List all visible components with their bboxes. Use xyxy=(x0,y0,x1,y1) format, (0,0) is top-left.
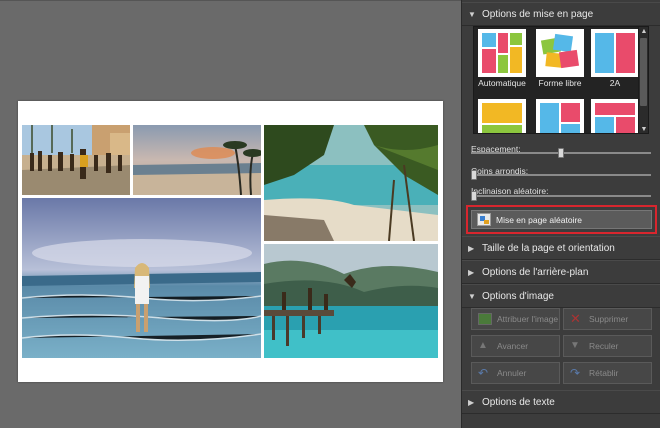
delete-button[interactable]: ✕ Supprimer xyxy=(563,308,652,330)
layout-automatique[interactable] xyxy=(478,29,526,77)
delete-icon: ✕ xyxy=(570,311,581,326)
redo-button[interactable]: ↷ Rétablir xyxy=(563,362,652,384)
scroll-up-icon[interactable]: ▲ xyxy=(639,27,648,37)
spacing-slider[interactable] xyxy=(471,148,651,158)
button-label: Rétablir xyxy=(589,368,619,378)
section-title: Taille de la page et orientation xyxy=(482,242,615,254)
photo-tropical-beach[interactable] xyxy=(264,125,438,241)
layout-forme-libre[interactable] xyxy=(536,29,584,77)
button-label: Reculer xyxy=(589,341,619,351)
chevron-right-icon: ▶ xyxy=(468,267,475,277)
layout-label: 2A xyxy=(609,78,621,88)
layout-grid-scrollbar[interactable]: ▲ ▼ xyxy=(638,27,648,133)
section-layout-options[interactable]: ▼ Options de mise en page xyxy=(462,2,660,26)
spacing-slider-thumb[interactable] xyxy=(558,148,564,158)
forward-button[interactable]: ▲ Avancer xyxy=(471,335,560,357)
arrow-down-icon: ▼ xyxy=(570,340,580,351)
redo-icon: ↷ xyxy=(570,366,581,380)
backward-button[interactable]: ▼ Reculer xyxy=(563,335,652,357)
layout-label: Forme libre xyxy=(538,78,582,88)
button-label: Avancer xyxy=(497,341,529,351)
scroll-down-icon[interactable]: ▼ xyxy=(639,125,648,133)
collage-page[interactable] xyxy=(18,101,443,382)
canvas-area xyxy=(0,0,461,428)
scroll-thumb[interactable] xyxy=(640,38,647,106)
chevron-right-icon: ▶ xyxy=(468,397,475,407)
section-title: Options de l'arrière-plan xyxy=(482,266,589,278)
button-label: Supprimer xyxy=(589,314,629,324)
layout-option-4[interactable] xyxy=(478,99,526,133)
layout-option-5[interactable] xyxy=(536,99,584,133)
corners-slider-thumb[interactable] xyxy=(471,170,477,180)
assign-image-button[interactable]: Attribuer l'image xyxy=(471,308,560,330)
random-layout-button[interactable]: Mise en page aléatoire xyxy=(471,210,652,229)
random-layout-label: Mise en page aléatoire xyxy=(496,214,583,225)
side-panel: ▼ Options de mise en page Automatique Fo… xyxy=(461,0,660,428)
layout-label: Automatique xyxy=(478,78,526,88)
section-image-options[interactable]: ▼ Options d'image xyxy=(462,284,660,308)
layout-thumbnail-grid[interactable]: Automatique Forme libre 2A ▲ ▼ xyxy=(473,26,649,134)
section-title: Options de texte xyxy=(482,396,555,408)
section-title: Options d'image xyxy=(482,290,554,302)
layout-option-6[interactable] xyxy=(591,99,639,133)
highlight-frame: Mise en page aléatoire xyxy=(466,205,657,234)
button-label: Attribuer l'image xyxy=(497,314,559,324)
photo-street-crowd[interactable] xyxy=(22,125,130,195)
photo-pier-jump[interactable] xyxy=(264,244,438,358)
section-page-size[interactable]: ▶ Taille de la page et orientation xyxy=(462,236,660,260)
photo-beach-sunset[interactable] xyxy=(133,125,261,195)
photo-woman-ocean[interactable] xyxy=(22,198,261,358)
undo-button[interactable]: ↶ Annuler xyxy=(471,362,560,384)
corners-slider[interactable] xyxy=(471,170,651,180)
layout-2a[interactable] xyxy=(591,29,639,77)
random-layout-icon xyxy=(477,213,491,226)
section-background[interactable]: ▶ Options de l'arrière-plan xyxy=(462,260,660,284)
section-title: Options de mise en page xyxy=(482,8,594,20)
tilt-slider-thumb[interactable] xyxy=(471,191,477,201)
button-label: Annuler xyxy=(497,368,527,378)
undo-icon: ↶ xyxy=(478,366,489,380)
section-text-options[interactable]: ▶ Options de texte xyxy=(462,390,660,414)
tilt-slider[interactable] xyxy=(471,191,651,201)
arrow-up-icon: ▲ xyxy=(478,340,488,351)
chevron-down-icon: ▼ xyxy=(468,9,476,19)
chevron-right-icon: ▶ xyxy=(468,243,475,253)
assign-image-icon xyxy=(478,313,492,325)
chevron-down-icon: ▼ xyxy=(468,291,476,301)
